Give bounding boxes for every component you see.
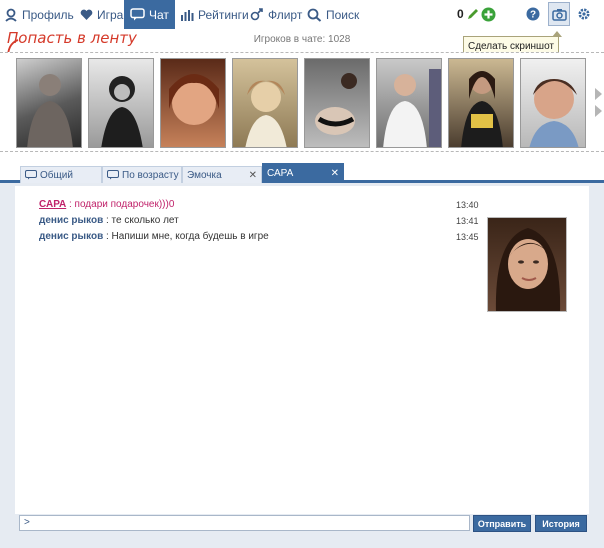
nav-profile-label: Профиль <box>22 7 74 22</box>
chat-icon <box>25 170 37 180</box>
strip-scroll-right-icon[interactable] <box>595 88 602 100</box>
chat-message: САРА : подари подарочек)))0 <box>39 199 174 210</box>
nav-ratings-label: Рейтинги <box>198 7 249 22</box>
message-author[interactable]: денис рыков <box>39 215 103 226</box>
feed-photo[interactable] <box>160 58 226 148</box>
tab-sara[interactable]: САРА ✕ <box>262 163 344 183</box>
feed-photo[interactable] <box>16 58 82 148</box>
search-icon <box>307 8 322 22</box>
chat-tabs: Общий По возрасту Эмочка ✕ САРА ✕ <box>0 163 604 183</box>
feed-photo[interactable] <box>88 58 154 148</box>
feed-photo[interactable] <box>376 58 442 148</box>
chat-message: денис рыков : Напиши мне, когда будешь в… <box>39 231 269 242</box>
message-time: 13:40 <box>456 200 479 210</box>
pencil-icon <box>467 9 478 19</box>
close-icon[interactable]: ✕ <box>249 170 257 181</box>
history-button[interactable]: История <box>535 515 587 532</box>
message-author[interactable]: САРА <box>39 199 66 210</box>
feed-photo[interactable] <box>448 58 514 148</box>
message-time: 13:41 <box>456 216 479 226</box>
message-time: 13:45 <box>456 232 479 242</box>
message-input[interactable]: > <box>19 515 470 531</box>
tab-general[interactable]: Общий <box>20 166 102 183</box>
currency-count: 0 <box>457 7 464 21</box>
nav-search-label: Поиск <box>326 7 360 22</box>
tab-by-age-label: По возрасту <box>122 169 179 181</box>
top-navigation: Профиль Игра Чат Рейтинги Флирт Поиск 0 … <box>0 0 604 29</box>
feed-photo[interactable] <box>520 58 586 148</box>
tab-general-label: Общий <box>40 169 73 181</box>
camera-icon <box>551 8 567 21</box>
message-text: : подари подарочек)))0 <box>66 199 175 210</box>
settings-button[interactable] <box>577 4 591 24</box>
help-icon: ? <box>526 7 540 21</box>
chat-message: денис рыков : те сколько лет <box>39 215 179 226</box>
tab-emochka[interactable]: Эмочка ✕ <box>182 166 262 183</box>
tab-sara-label: САРА <box>267 168 294 179</box>
screenshot-button[interactable] <box>548 2 570 26</box>
tab-by-age[interactable]: По возрасту <box>102 166 182 183</box>
message-text: : те сколько лет <box>103 215 179 226</box>
feed-photo[interactable] <box>232 58 298 148</box>
svg-text:?: ? <box>530 10 536 21</box>
bar-chart-icon <box>181 9 194 21</box>
close-icon[interactable]: ✕ <box>331 168 339 179</box>
strip-scroll-right-fast-icon[interactable] <box>595 105 602 117</box>
nav-search[interactable]: Поиск <box>307 0 359 29</box>
nav-ratings[interactable]: Рейтинги <box>180 0 249 29</box>
chat-icon <box>107 170 119 180</box>
flirt-icon <box>250 7 263 20</box>
partner-avatar[interactable] <box>487 217 567 312</box>
send-button[interactable]: Отправить <box>473 515 531 532</box>
add-icon[interactable] <box>481 7 496 22</box>
nav-game[interactable]: Игра <box>80 0 123 29</box>
message-author[interactable]: денис рыков <box>39 231 103 242</box>
feed-photo[interactable] <box>304 58 370 148</box>
message-text: : Напиши мне, когда будешь в игре <box>103 231 269 242</box>
chat-panel: САРА : подари подарочек)))0 13:40 денис … <box>14 186 590 514</box>
nav-chat[interactable]: Чат <box>124 0 175 29</box>
nav-profile[interactable]: Профиль <box>4 0 74 29</box>
nav-flirt-label: Флирт <box>268 7 303 22</box>
nav-game-label: Игра <box>97 7 124 22</box>
photo-feed <box>0 52 604 152</box>
currency-counter: 0 <box>457 4 496 24</box>
feed-cta-label[interactable]: Попасть в ленту <box>7 29 137 47</box>
profile-icon <box>5 8 17 22</box>
nav-flirt[interactable]: Флирт <box>250 0 302 29</box>
chat-icon <box>130 8 145 21</box>
heart-icon <box>80 9 93 20</box>
gear-icon <box>578 8 590 20</box>
tab-emochka-label: Эмочка <box>187 169 222 181</box>
help-button[interactable]: ? <box>526 4 540 24</box>
nav-chat-label: Чат <box>149 7 169 22</box>
